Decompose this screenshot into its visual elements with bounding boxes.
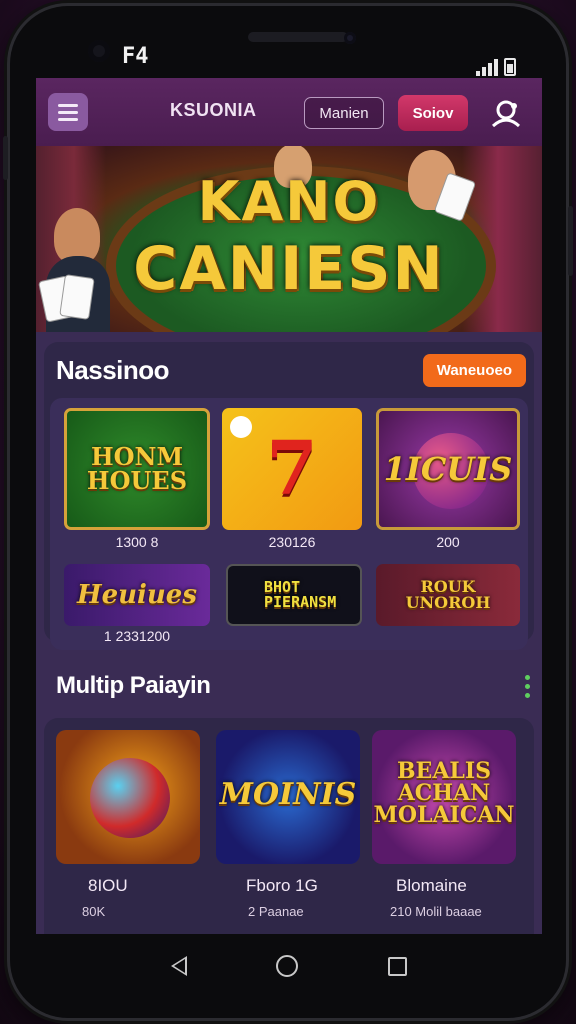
hero-banner[interactable]: KANO CANIESN: [36, 146, 542, 332]
game-tile[interactable]: BHOT PIERANSM: [226, 564, 362, 626]
game-name: 8IOU: [88, 876, 128, 895]
game-title: 1ICUIS: [383, 450, 513, 488]
battery-icon: [504, 58, 516, 76]
game-title: Heuiues: [77, 580, 197, 610]
badge-icon: [230, 416, 252, 438]
casino-section: Nassinoo Waneuoeo HONM HOUES 1300 8 7 23…: [44, 342, 534, 650]
orb-icon: [90, 758, 170, 838]
section-header: Nassinoo Waneuoeo: [44, 342, 534, 388]
game-label: 1300 8: [115, 534, 159, 550]
game-title: BHOT PIERANSM: [264, 578, 337, 611]
front-camera-icon: [344, 32, 356, 44]
signal-icon: [476, 59, 498, 76]
game-grid: HONM HOUES 1300 8 7 230126 1ICUIS 200 He…: [50, 398, 528, 650]
system-nav-bar: [36, 934, 542, 998]
profile-icon[interactable]: [490, 98, 522, 128]
game-title: MOINIS: [219, 777, 357, 812]
app-bar: KSUONIA Manien Soiov: [36, 78, 542, 146]
game-title: ROUK UNOROH: [405, 577, 491, 612]
game-label: 200: [436, 534, 460, 550]
multiplayer-game-tile[interactable]: [56, 730, 200, 864]
game-tile[interactable]: 7: [222, 408, 362, 530]
hamburger-menu-icon[interactable]: [48, 93, 88, 131]
game-title: 7: [266, 426, 318, 512]
app-screen: KSUONIA Manien Soiov KANO CANIESN Nassin…: [36, 78, 542, 934]
game-title: HONM HOUES: [86, 442, 188, 495]
section-title: Multip Paiayin: [56, 672, 211, 699]
game-title: BEALIS ACHAN MOLAICAN: [373, 758, 515, 828]
game-sub: 210 Molil baaae: [390, 904, 482, 919]
home-icon[interactable]: [276, 955, 299, 977]
game-name: Blomaine: [396, 876, 467, 895]
game-label: 230126: [268, 534, 316, 550]
more-options-icon[interactable]: [525, 674, 530, 698]
game-tile[interactable]: ROUK UNOROH: [376, 564, 520, 626]
game-name: Fboro 1G: [246, 876, 318, 895]
status-time: F4: [122, 44, 149, 69]
back-icon[interactable]: [170, 956, 187, 976]
signup-button[interactable]: Soiov: [398, 95, 468, 131]
view-all-button[interactable]: Waneuoeo: [422, 353, 526, 387]
multiplayer-section: 8IOU 80K MOINIS Fboro 1G 2 Paanae BEALIS…: [44, 718, 534, 934]
hero-title-line1: KANO: [197, 170, 381, 233]
game-tile[interactable]: Heuiues: [64, 564, 210, 626]
multiplayer-game-tile[interactable]: MOINIS: [216, 730, 360, 864]
login-button[interactable]: Manien: [304, 97, 384, 129]
camera-lens-icon: [88, 40, 110, 62]
game-tile[interactable]: HONM HOUES: [64, 408, 210, 530]
volume-button: [3, 136, 8, 180]
game-sub: 80K: [82, 904, 106, 919]
power-button: [568, 206, 573, 276]
multiplayer-game-tile[interactable]: BEALIS ACHAN MOLAICAN: [372, 730, 516, 864]
game-label: 1 2331200: [103, 628, 171, 644]
hero-title-line2: CANIESN: [133, 234, 445, 304]
game-sub: 2 Paanae: [248, 904, 304, 919]
earpiece-speaker: [248, 32, 348, 42]
multiplayer-header: Multip Paiayin: [36, 658, 542, 714]
status-icons: [476, 58, 516, 76]
section-title: Nassinoo: [56, 354, 170, 385]
recent-apps-icon[interactable]: [388, 956, 408, 976]
game-tile[interactable]: 1ICUIS: [376, 408, 520, 530]
brand-logo: KSUONIA: [170, 100, 257, 120]
